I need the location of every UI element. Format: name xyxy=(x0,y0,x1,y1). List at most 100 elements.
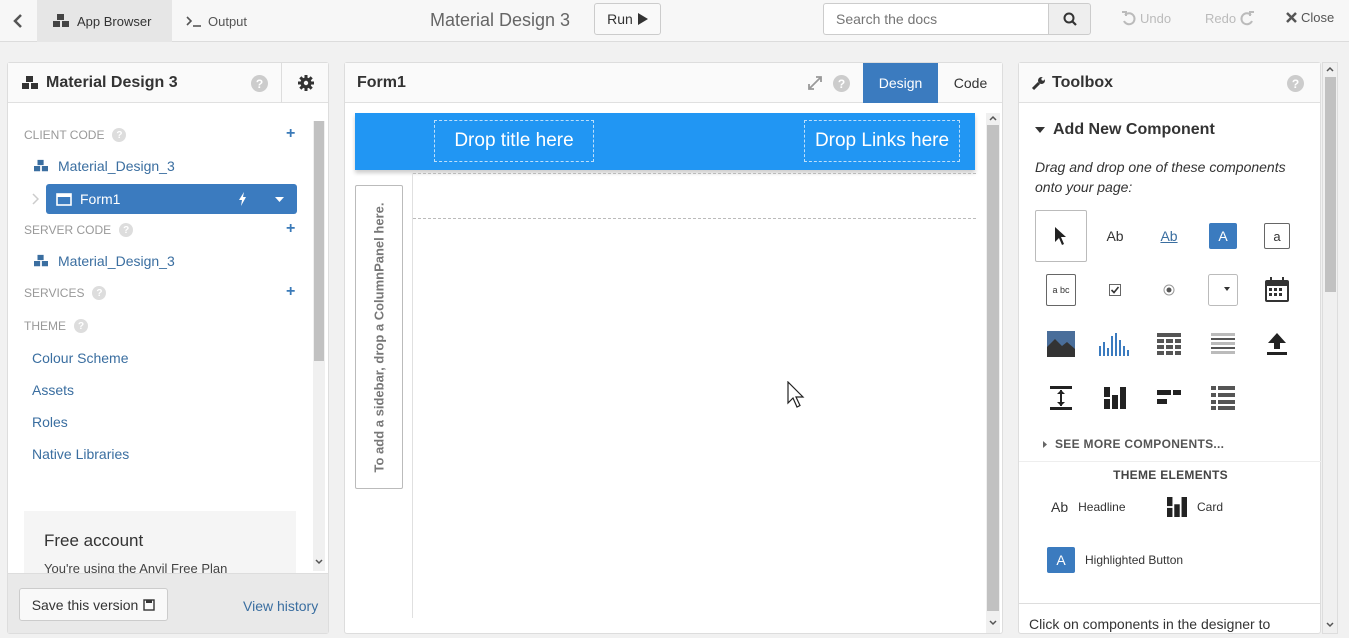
left-scrollbar[interactable] xyxy=(313,121,325,571)
file-loader-component[interactable] xyxy=(1251,318,1303,370)
headline-sample: Ab xyxy=(1051,499,1069,515)
highlighted-button-element[interactable]: A Highlighted Button xyxy=(1047,547,1183,573)
tab-design[interactable]: Design xyxy=(863,63,938,103)
checkbox-component[interactable] xyxy=(1089,264,1141,316)
expand-icon[interactable] xyxy=(807,75,823,91)
flow-panel-icon xyxy=(1157,390,1181,404)
radio-component[interactable] xyxy=(1143,264,1195,316)
designer-scrollbar-thumb[interactable] xyxy=(987,125,999,611)
designer-scrollbar[interactable] xyxy=(986,113,1000,633)
terminal-icon xyxy=(186,16,201,27)
help-icon[interactable]: ? xyxy=(833,75,850,92)
toolbox-scrollbar-thumb[interactable] xyxy=(1325,77,1336,292)
add-server-code-button[interactable]: + xyxy=(286,220,295,238)
save-version-button[interactable]: Save this version xyxy=(19,588,168,621)
help-icon[interactable]: ? xyxy=(92,286,107,300)
chevron-up-icon[interactable] xyxy=(989,115,997,121)
add-client-code-button[interactable]: + xyxy=(286,125,295,143)
headline-element[interactable]: Ab Headline xyxy=(1051,499,1126,515)
tab-output[interactable]: Output xyxy=(176,0,276,42)
help-icon[interactable]: ? xyxy=(112,128,127,142)
form-canvas[interactable]: Drop title here Drop Links here To add a… xyxy=(355,113,976,618)
caret-down-icon[interactable] xyxy=(275,197,284,202)
close-icon xyxy=(1286,12,1297,23)
cubes-icon xyxy=(22,76,38,89)
search-input[interactable] xyxy=(823,3,1049,35)
textarea-component[interactable]: a bc xyxy=(1035,264,1087,316)
undo-icon xyxy=(1122,11,1136,26)
linear-panel-component[interactable] xyxy=(1197,372,1249,424)
left-scrollbar-thumb[interactable] xyxy=(314,121,324,361)
mouse-pointer-icon xyxy=(787,381,805,408)
close-button[interactable]: Close xyxy=(1286,10,1334,25)
view-history-link[interactable]: View history xyxy=(243,598,318,614)
caret-down-icon xyxy=(1035,127,1045,133)
tab-code[interactable]: Code xyxy=(938,63,1003,103)
search-button[interactable] xyxy=(1048,3,1091,35)
button-sample: A xyxy=(1209,223,1237,249)
undo-button[interactable]: Undo xyxy=(1121,10,1171,26)
link-component[interactable]: Ab xyxy=(1143,210,1195,262)
datepicker-component[interactable] xyxy=(1251,264,1303,316)
app-bar[interactable]: Drop title here Drop Links here xyxy=(355,113,975,170)
client-module-label: Material_Design_3 xyxy=(58,158,175,174)
redo-button[interactable]: Redo xyxy=(1205,10,1255,26)
toolbox-scrollbar[interactable] xyxy=(1322,62,1338,634)
help-icon[interactable]: ? xyxy=(74,319,88,333)
free-account-text: You're using the Anvil Free Plan xyxy=(44,561,228,573)
help-icon[interactable]: ? xyxy=(251,75,268,92)
bolt-icon[interactable] xyxy=(238,192,247,206)
button-component[interactable]: A xyxy=(1197,210,1249,262)
flow-panel-component[interactable] xyxy=(1143,372,1195,424)
theme-link-assets[interactable]: Assets xyxy=(32,382,74,398)
pointer-tool[interactable] xyxy=(1035,210,1087,262)
textbox-component[interactable]: a xyxy=(1251,210,1303,262)
radio-icon xyxy=(1163,284,1175,296)
tab-app-browser[interactable]: App Browser xyxy=(37,0,172,42)
divider xyxy=(413,173,976,174)
plot-component[interactable] xyxy=(1089,318,1141,370)
app-browser-header: Material Design 3 ? xyxy=(8,63,328,103)
dropdown-component[interactable] xyxy=(1197,264,1249,316)
chevron-up-icon[interactable] xyxy=(1326,66,1334,72)
pointer-icon xyxy=(1055,227,1066,245)
see-more-components[interactable]: SEE MORE COMPONENTS... xyxy=(1043,437,1224,451)
add-component-heading[interactable]: Add New Component xyxy=(1035,121,1215,139)
help-icon[interactable]: ? xyxy=(119,223,134,237)
sidebar-hint: To add a sidebar, drop a ColumnPanel her… xyxy=(371,202,387,472)
spacer-component[interactable] xyxy=(1035,372,1087,424)
chevron-down-icon[interactable] xyxy=(1326,622,1334,628)
client-code-text: CLIENT CODE xyxy=(24,128,105,142)
server-module-item[interactable]: Material_Design_3 xyxy=(32,253,175,269)
chevron-right-icon[interactable] xyxy=(32,193,39,205)
chevron-down-icon[interactable] xyxy=(989,620,997,626)
form1-label: Form1 xyxy=(80,191,121,207)
help-icon[interactable]: ? xyxy=(1287,75,1304,92)
column-panel-component[interactable] xyxy=(1089,372,1141,424)
tab-app-browser-label: App Browser xyxy=(77,13,152,29)
image-component[interactable] xyxy=(1035,318,1087,370)
textbox-sample: a xyxy=(1264,223,1290,249)
settings-button[interactable] xyxy=(281,63,329,103)
run-button[interactable]: Run xyxy=(594,3,661,35)
sidebar-drop-slot[interactable]: To add a sidebar, drop a ColumnPanel her… xyxy=(355,185,403,489)
theme-link-native-libraries[interactable]: Native Libraries xyxy=(32,446,129,462)
calendar-icon xyxy=(1265,277,1289,302)
toolbox-title: Toolbox xyxy=(1031,74,1113,92)
top-bar: App Browser Output Material Design 3 Run… xyxy=(0,0,1349,42)
back-button[interactable] xyxy=(0,0,36,42)
client-module-item[interactable]: Material_Design_3 xyxy=(32,158,175,174)
label-component[interactable]: Ab xyxy=(1089,210,1141,262)
add-service-button[interactable]: + xyxy=(286,283,295,301)
drop-title-slot[interactable]: Drop title here xyxy=(434,120,594,162)
data-grid-component[interactable] xyxy=(1143,318,1195,370)
card-element[interactable]: Card xyxy=(1167,497,1223,517)
repeating-panel-component[interactable] xyxy=(1197,318,1249,370)
content-drop-area[interactable] xyxy=(412,173,976,618)
toolbox-description: Drag and drop one of these components on… xyxy=(1035,159,1286,195)
theme-link-roles[interactable]: Roles xyxy=(32,414,68,430)
drop-links-slot[interactable]: Drop Links here xyxy=(804,120,960,162)
form1-item[interactable]: Form1 xyxy=(46,184,297,214)
chevron-down-icon[interactable] xyxy=(315,559,323,565)
theme-link-colour-scheme[interactable]: Colour Scheme xyxy=(32,350,129,366)
